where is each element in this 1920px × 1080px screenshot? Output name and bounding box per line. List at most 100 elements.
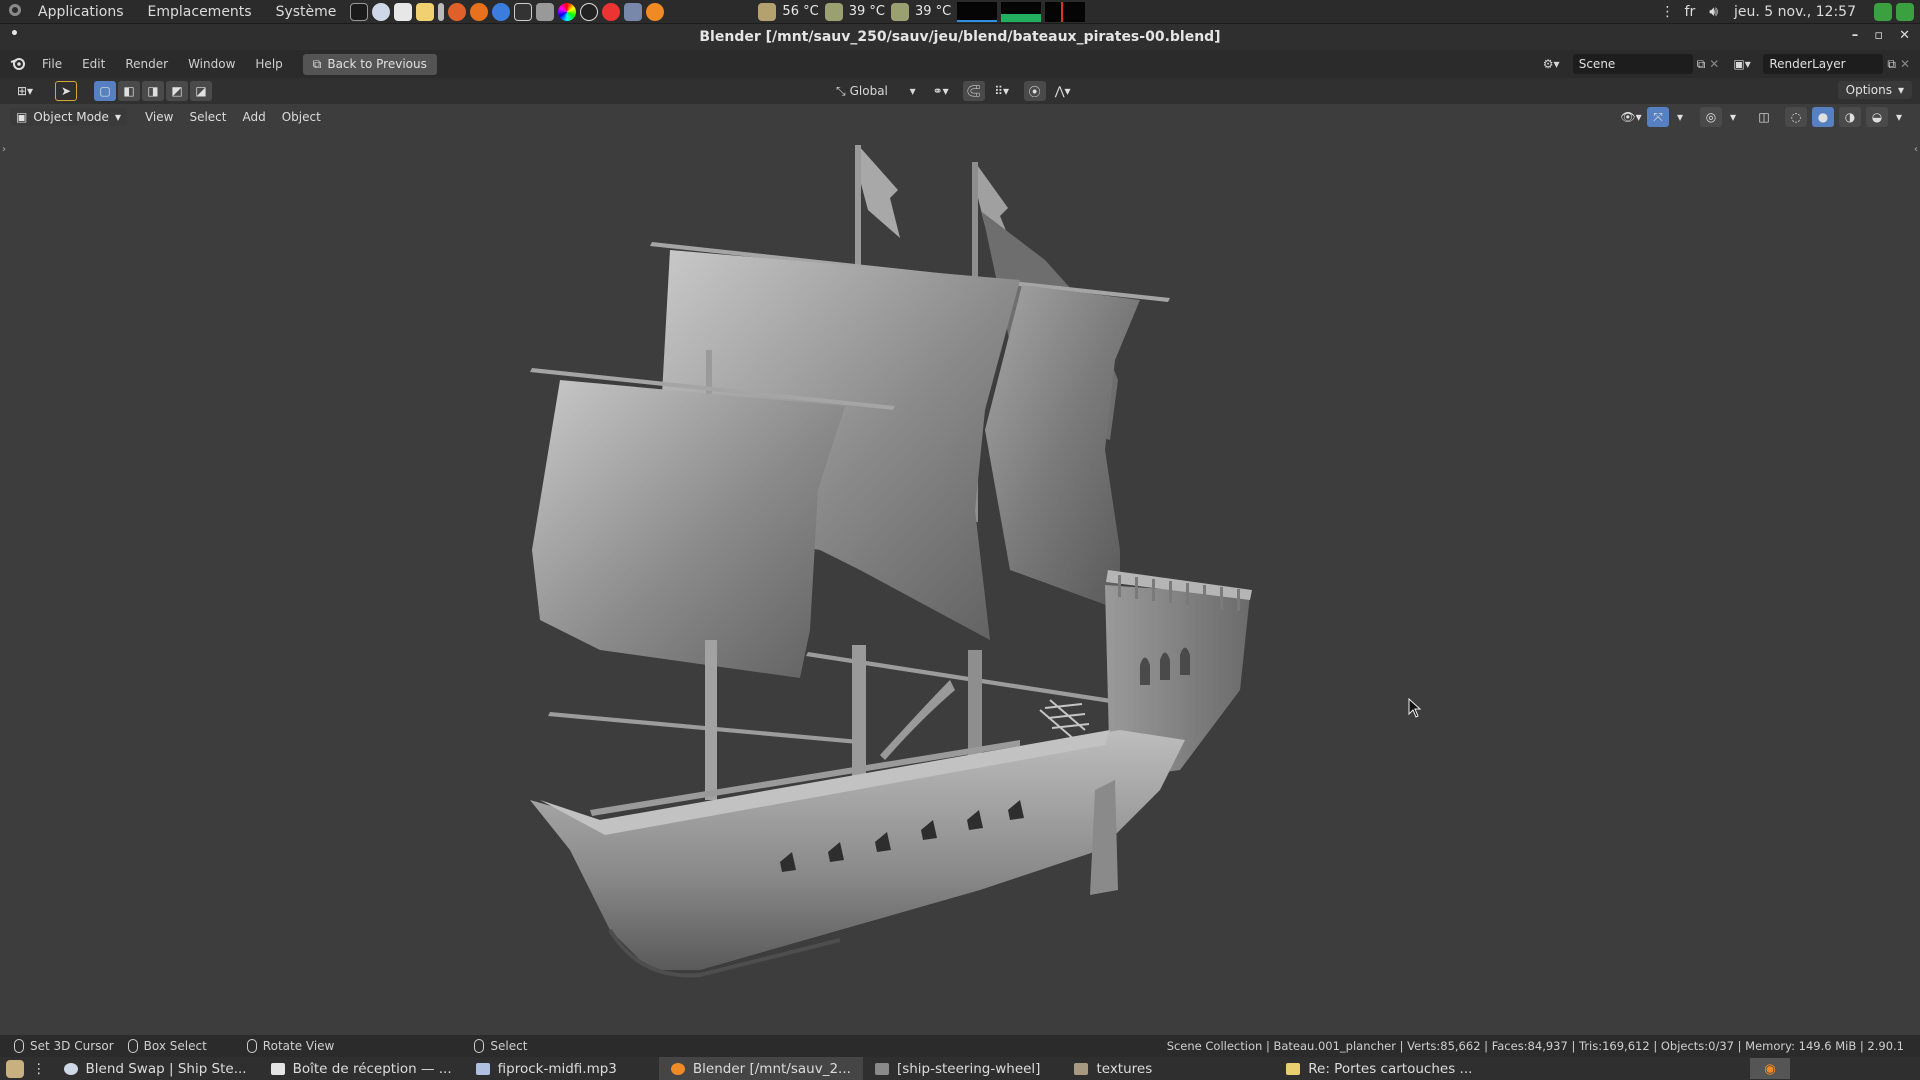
snap-icon[interactable]: 🧲︎ (962, 81, 985, 101)
viewport-display-controls: 👁︎▾ ⤧ ▾ ◎ ▾ ◫ ◌ ● ◑ ◒ ▾ (1619, 107, 1906, 127)
distro-logo-icon[interactable] (0, 3, 26, 21)
overlay-icon[interactable]: ◎ (1700, 107, 1722, 127)
scene-name-field[interactable]: Scene (1572, 54, 1693, 74)
orientation-dropdown[interactable]: Global (850, 84, 906, 98)
falloff-icon[interactable]: ⋀▾ (1052, 81, 1074, 101)
menu-system[interactable]: Système (264, 4, 349, 20)
task-item-active[interactable]: Blender [/mnt/sauv_2... (658, 1057, 863, 1080)
menu-object[interactable]: Object (274, 110, 329, 124)
solid-shading-icon[interactable]: ● (1812, 107, 1834, 127)
text-editor-icon[interactable] (394, 2, 413, 21)
disk-temp: 39 °C (914, 4, 952, 19)
wireframe-shading-icon[interactable]: ◌ (1785, 107, 1807, 127)
window-title-bar[interactable]: • Blender [/mnt/sauv_250/sauv/jeu/blend/… (0, 24, 1920, 50)
folder-icon (1074, 1062, 1089, 1075)
new-scene-icon[interactable]: ⧉ (1697, 57, 1706, 72)
delete-layer-icon[interactable]: ✕ (1900, 57, 1910, 71)
options-label: Options (1845, 83, 1892, 97)
app-icon[interactable] (536, 2, 555, 21)
mouse-middle-icon (246, 1039, 257, 1053)
task-item[interactable]: textures (1062, 1057, 1164, 1080)
network-graph (1045, 1, 1086, 22)
proportional-edit-icon[interactable]: ⦿ (1023, 81, 1046, 101)
volume-icon[interactable]: 🔊︎ (1709, 4, 1718, 20)
blender-icon (670, 1062, 685, 1075)
firefox-icon[interactable] (470, 2, 489, 21)
show-desktop-icon[interactable] (6, 1059, 24, 1078)
maximize-icon[interactable]: ▫ (1874, 28, 1883, 43)
select-subtract-icon[interactable]: ◨ (142, 81, 164, 101)
menu-help[interactable]: Help (245, 57, 292, 71)
select-new-icon[interactable]: ▢ (94, 81, 116, 101)
task-item[interactable]: Blend Swap | Ship Ste... (52, 1057, 259, 1080)
menu-edit[interactable]: Edit (72, 57, 115, 71)
minimize-icon[interactable]: – (1852, 28, 1859, 43)
menu-file[interactable]: File (32, 57, 72, 71)
settings-icon[interactable] (416, 2, 435, 21)
ship-model[interactable] (0, 130, 1920, 1035)
menu-window[interactable]: Window (178, 57, 245, 71)
material-shading-icon[interactable]: ◑ (1839, 107, 1861, 127)
info-icon[interactable] (438, 2, 445, 21)
folder-icon (874, 1062, 889, 1075)
new-layer-icon[interactable]: ⧉ (1887, 57, 1896, 72)
more-icon[interactable]: ⋮ (1661, 4, 1675, 20)
3d-viewport[interactable]: › ‹ (0, 130, 1920, 1035)
back-to-previous-button[interactable]: ⧉ Back to Previous (302, 53, 437, 75)
xray-icon[interactable]: ◫ (1753, 107, 1775, 127)
select-tool-icon[interactable]: ➤ (55, 81, 77, 101)
blender-logo-icon[interactable] (10, 56, 26, 73)
task-item[interactable]: [ship-steering-wheel] (863, 1057, 1053, 1080)
menu-add[interactable]: Add (234, 110, 273, 124)
scene-icon[interactable]: ⚙︎▾ (1543, 57, 1569, 71)
mail-icon (270, 1062, 285, 1075)
select-extend-icon[interactable]: ◧ (118, 81, 140, 101)
view-layer-icon[interactable]: ▣▾ (1733, 57, 1759, 71)
menu-places[interactable]: Emplacements (136, 4, 264, 20)
mode-selector[interactable]: ▣ Object Mode ▾ (10, 108, 127, 126)
options-button[interactable]: Options ▾ (1837, 81, 1912, 99)
menu-select[interactable]: Select (181, 110, 234, 124)
rendered-shading-icon[interactable]: ◒ (1866, 107, 1888, 127)
editor-type-icon[interactable]: ⊞▾ (10, 81, 40, 101)
user-icon[interactable] (1896, 3, 1914, 21)
color-wheel-icon[interactable] (558, 2, 577, 21)
mouse-drag-icon (127, 1039, 138, 1053)
task-item[interactable]: Boîte de réception — ... (259, 1057, 464, 1080)
update-icon[interactable] (1874, 3, 1892, 21)
terminal-icon[interactable] (350, 2, 369, 21)
blender-tray-icon[interactable]: ◉ (1750, 1058, 1790, 1079)
keyboard-layout[interactable]: fr (1685, 4, 1696, 20)
select-intersect-icon[interactable]: ◪ (190, 81, 212, 101)
shading-dropdown-icon[interactable]: ▾ (1893, 107, 1905, 127)
taskbar-handle-icon[interactable]: ⋮ (32, 1061, 46, 1077)
hint-select: Select (474, 1039, 527, 1053)
back-to-previous-label: Back to Previous (327, 57, 427, 71)
render-layer-field[interactable]: RenderLayer (1763, 54, 1884, 74)
chromium-icon[interactable] (492, 2, 511, 21)
snap-increment-icon[interactable]: ⠿▾ (991, 81, 1013, 101)
tool-icon[interactable] (448, 2, 467, 21)
clock[interactable]: jeu. 5 nov., 12:57 (1734, 4, 1856, 20)
inkscape-icon[interactable] (514, 2, 533, 21)
delete-scene-icon[interactable]: ✕ (1709, 57, 1719, 71)
hint-label: Set 3D Cursor (30, 1039, 114, 1053)
pivot-icon[interactable]: ⚭▾ (930, 81, 952, 101)
media-icon[interactable] (602, 2, 621, 21)
gizmo-icon[interactable]: ⤧ (1647, 107, 1669, 127)
task-item[interactable]: Re: Portes cartouches ... (1274, 1057, 1484, 1080)
browser-icon[interactable] (372, 2, 391, 21)
select-invert-icon[interactable]: ◩ (166, 81, 188, 101)
menu-view[interactable]: View (137, 110, 181, 124)
overlay-dropdown-icon[interactable]: ▾ (1727, 107, 1739, 127)
menu-render[interactable]: Render (115, 57, 178, 71)
gizmo-dropdown-icon[interactable]: ▾ (1674, 107, 1686, 127)
visibility-icon[interactable]: 👁︎▾ (1620, 107, 1642, 127)
menu-applications[interactable]: Applications (26, 4, 136, 20)
blender-launcher-icon[interactable] (646, 2, 665, 21)
window-menu-dot[interactable]: • (10, 26, 19, 42)
close-icon[interactable]: ✕ (1899, 28, 1910, 43)
gamepad-icon[interactable] (624, 2, 643, 21)
obs-icon[interactable] (580, 2, 599, 21)
task-item[interactable]: fiprock-midfi.mp3 (464, 1057, 629, 1080)
